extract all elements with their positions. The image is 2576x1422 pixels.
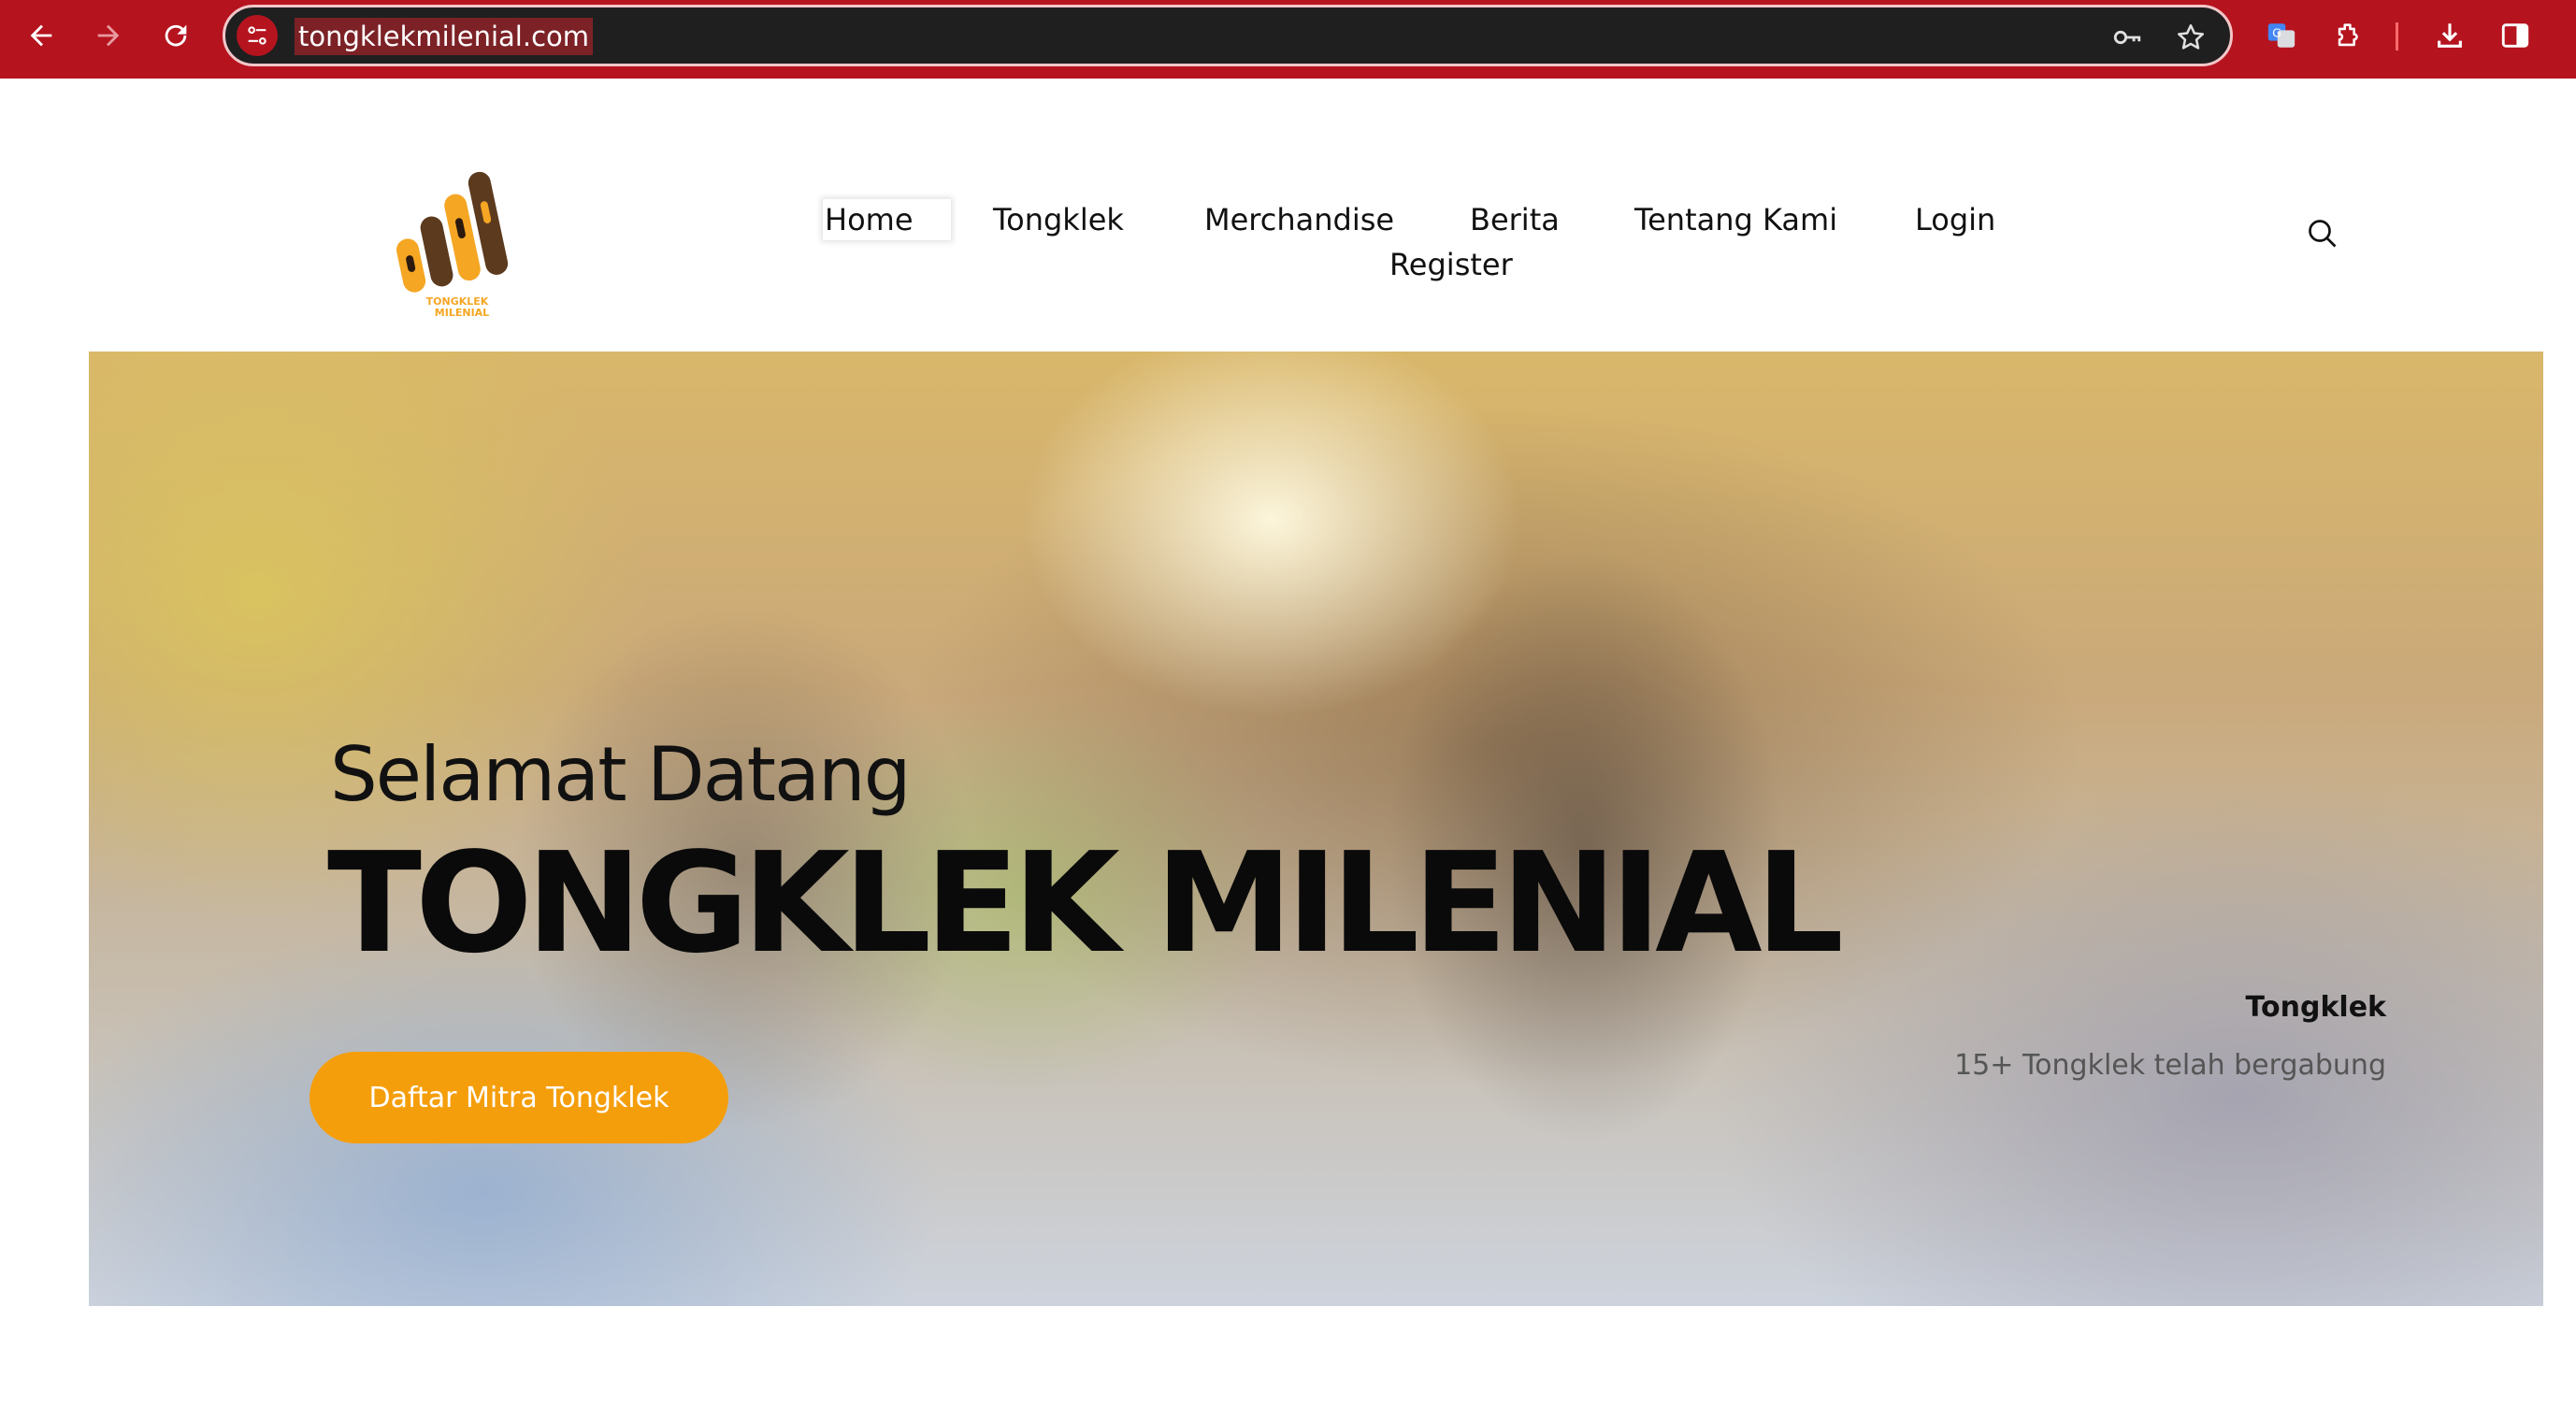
register-partner-button[interactable]: Daftar Mitra Tongklek [309, 1052, 728, 1143]
password-key-button[interactable] [2107, 17, 2148, 58]
extensions-icon [2338, 23, 2358, 47]
translate-icon: G [2267, 23, 2295, 48]
download-icon [2438, 23, 2462, 48]
nav-register[interactable]: Register [1389, 244, 1513, 285]
bookmark-button[interactable] [2170, 17, 2211, 58]
stat-title: Tongklek [2245, 991, 2386, 1024]
hero-banner: Selamat Datang TONGKLEK MILENIAL Daftar … [89, 352, 2543, 1306]
svg-text:MILENIAL: MILENIAL [435, 307, 489, 319]
search-icon [2309, 220, 2337, 248]
site-info-icon [248, 26, 266, 45]
main-nav: Home Tongklek Merchandise Berita Tentang… [767, 192, 2169, 294]
nav-tongklek[interactable]: Tongklek [993, 199, 1124, 240]
downloads-button[interactable] [2425, 11, 2474, 60]
browser-toolbar: tongklekmilenial.com G [0, 0, 2576, 79]
toolbar-separator [2396, 22, 2398, 50]
search-button[interactable] [2302, 213, 2343, 254]
stat-description: 15+ Tongklek telah bergabung [1954, 1049, 2386, 1082]
back-icon [30, 24, 52, 47]
nav-tentang-kami[interactable]: Tentang Kami [1634, 199, 1837, 240]
hero-title: TONGKLEK MILENIAL [327, 823, 1844, 984]
hero-greeting: Selamat Datang [330, 731, 911, 818]
reload-icon [165, 24, 187, 47]
side-panel-button[interactable] [2491, 11, 2540, 60]
nav-merchandise[interactable]: Merchandise [1204, 199, 1394, 240]
nav-login[interactable]: Login [1915, 199, 1995, 240]
address-bar[interactable]: tongklekmilenial.com [223, 5, 2233, 66]
svg-text:G: G [2272, 26, 2281, 40]
star-icon [2177, 23, 2205, 50]
extensions-button[interactable] [2324, 11, 2373, 60]
side-panel-icon [2501, 23, 2529, 48]
back-button[interactable] [17, 11, 65, 60]
site-info-button[interactable] [237, 15, 278, 56]
key-icon [2113, 30, 2141, 45]
nav-berita[interactable]: Berita [1470, 199, 1560, 240]
nav-home[interactable]: Home [823, 199, 951, 240]
translate-button[interactable]: G [2257, 11, 2306, 60]
url-text[interactable]: tongklekmilenial.com [295, 18, 594, 55]
forward-button[interactable] [84, 11, 133, 60]
reload-button[interactable] [151, 11, 200, 60]
logo-mark: TONGKLEK MILENIAL [396, 171, 509, 319]
forward-icon [97, 24, 120, 47]
site-logo[interactable]: TONGKLEK MILENIAL [387, 170, 527, 320]
